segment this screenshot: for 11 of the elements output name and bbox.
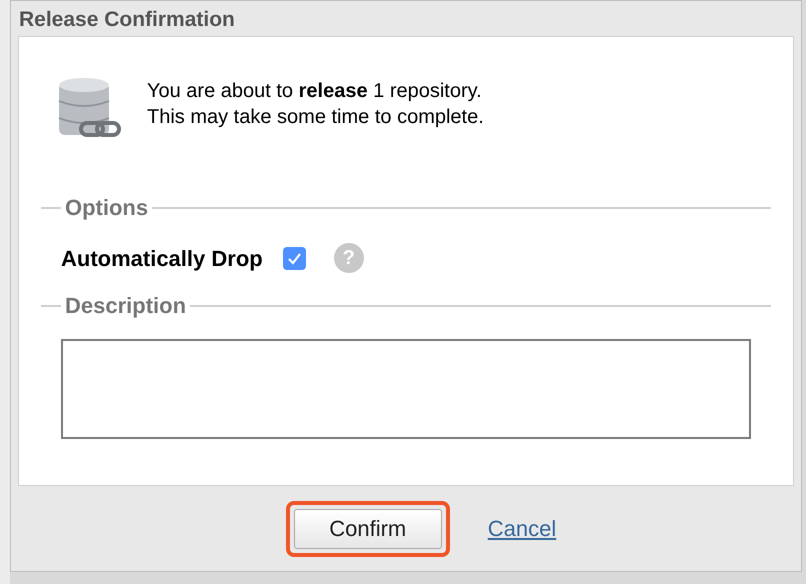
cancel-link[interactable]: Cancel: [488, 512, 556, 545]
confirm-button[interactable]: Confirm: [294, 508, 442, 548]
window-title: Release Confirmation: [18, 7, 236, 33]
section-legend: Description: [65, 295, 186, 317]
checkbox-label: Automatically Drop: [61, 244, 263, 273]
description-field[interactable]: [61, 339, 751, 439]
message-text: This may take some time to complete.: [147, 105, 484, 130]
message-text: You are about to release 1 repository.: [147, 79, 483, 104]
section-legend: Options: [65, 197, 148, 219]
checkbox[interactable]: [282, 246, 306, 270]
check-icon: [286, 250, 302, 266]
